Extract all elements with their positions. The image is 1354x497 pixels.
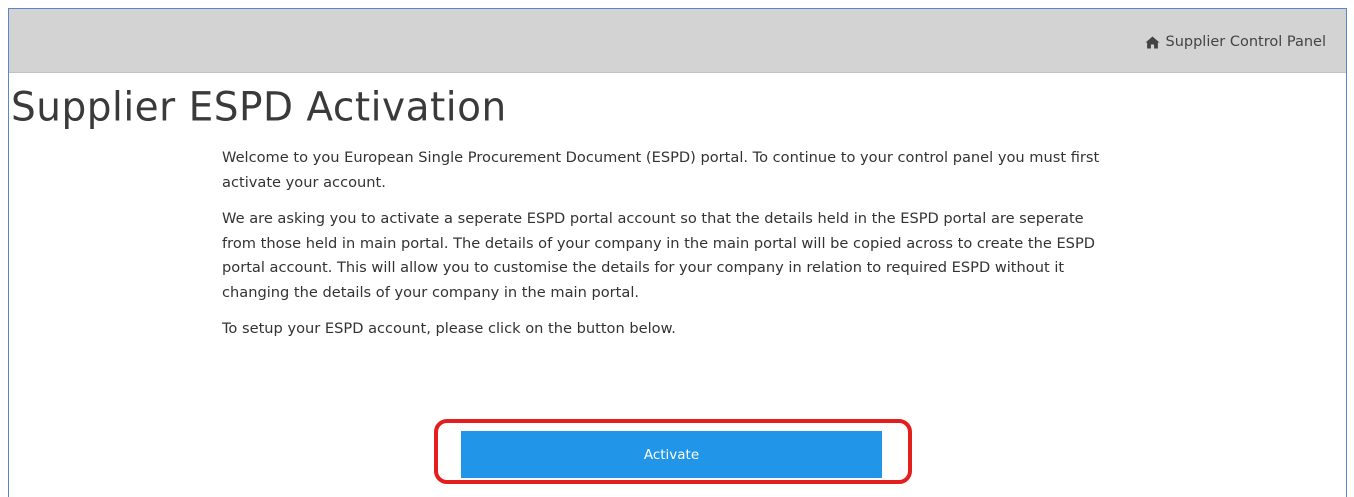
welcome-paragraph: Welcome to you European Single Procureme… [222,149,1100,191]
top-bar: Supplier Control Panel [9,9,1346,73]
supplier-control-panel-link[interactable]: Supplier Control Panel [1145,34,1327,50]
activation-content: Welcome to you European Single Procureme… [222,146,1122,354]
explanation-paragraph: We are asking you to activate a seperate… [222,210,1095,301]
page-title: Supplier ESPD Activation [11,85,507,131]
activate-button[interactable]: Activate [461,431,882,478]
instruction-paragraph: To setup your ESPD account, please click… [222,320,676,337]
supplier-control-panel-label: Supplier Control Panel [1165,34,1327,50]
home-icon [1145,35,1159,49]
